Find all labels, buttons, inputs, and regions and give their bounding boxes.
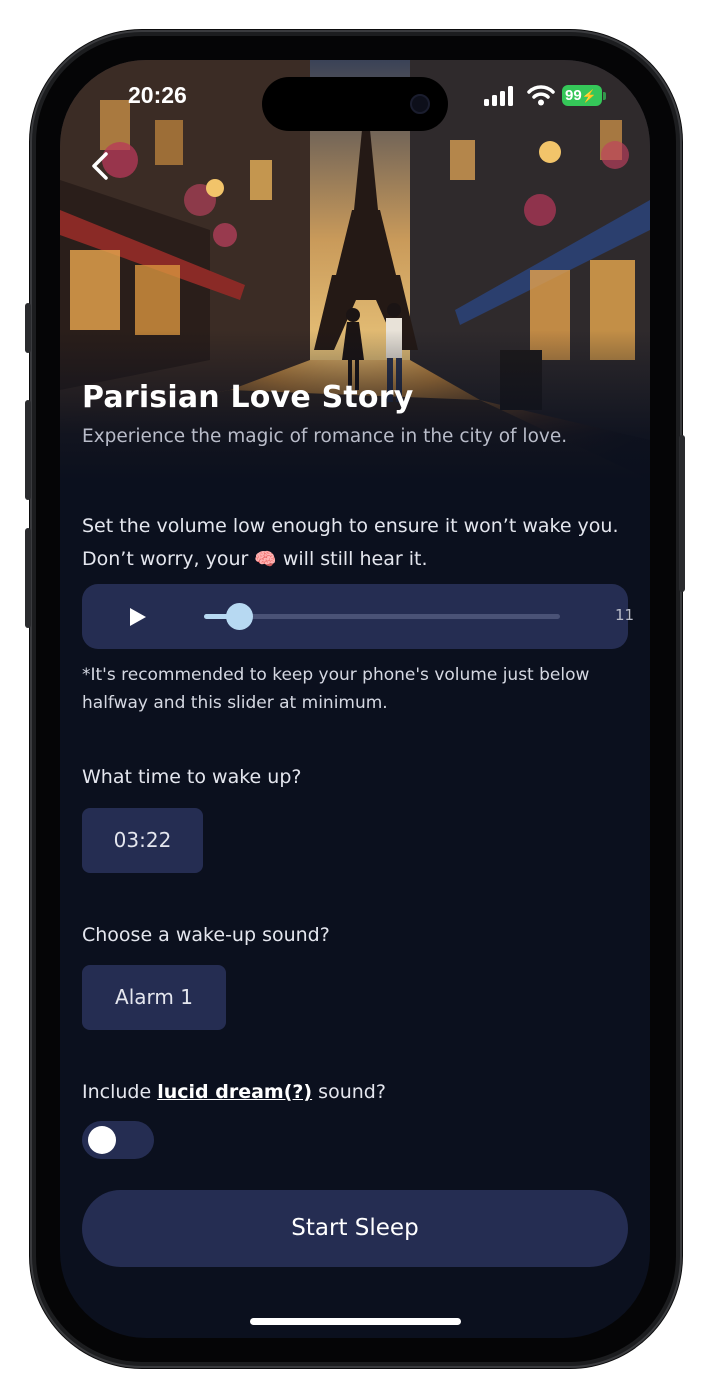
- lucid-suffix: sound?: [318, 1081, 386, 1103]
- chevron-left-icon: [92, 152, 108, 180]
- wake-time-question: What time to wake up?: [82, 766, 302, 788]
- cellular-signal-icon: [484, 86, 513, 106]
- brain-emoji: 🧠: [254, 549, 277, 570]
- toggle-knob: [88, 1126, 116, 1154]
- volume-slider[interactable]: [204, 614, 560, 619]
- volume-note: *It's recommended to keep your phone's v…: [82, 665, 590, 713]
- action-button: [25, 303, 31, 353]
- volume-slider-thumb[interactable]: [226, 603, 254, 630]
- status-bar: 20:26 99⚡: [60, 60, 650, 134]
- volume-description: Set the volume low enough to ensure it w…: [82, 510, 632, 576]
- back-button[interactable]: [82, 148, 118, 184]
- battery-tip: [603, 92, 606, 100]
- play-icon[interactable]: [124, 604, 150, 630]
- wake-sound-button[interactable]: Alarm 1: [82, 965, 226, 1030]
- wake-sound-question: Choose a wake-up sound?: [82, 924, 330, 946]
- lucid-dream-link[interactable]: lucid dream(?): [157, 1081, 312, 1103]
- volume-up-button: [25, 400, 31, 500]
- lucid-prefix: Include: [82, 1081, 152, 1103]
- volume-description-text-end: will still hear it.: [282, 548, 428, 570]
- battery-level: 99: [565, 87, 582, 104]
- app-screen: 20:26 99⚡ Parisian Love Story Experience…: [60, 60, 650, 1338]
- start-sleep-button[interactable]: Start Sleep: [82, 1190, 628, 1267]
- home-indicator: [250, 1318, 461, 1325]
- dynamic-island: [262, 77, 448, 131]
- status-time: 20:26: [128, 82, 187, 108]
- volume-down-button: [25, 528, 31, 628]
- battery-charging-icon: 99⚡: [562, 85, 602, 106]
- wake-time-button[interactable]: 03:22: [82, 808, 203, 873]
- lucid-dream-question: Include lucid dream(?) sound?: [82, 1081, 386, 1103]
- front-camera: [410, 94, 430, 114]
- story-subtitle: Experience the magic of romance in the c…: [82, 426, 568, 447]
- power-button: [679, 435, 685, 592]
- audio-player: 11: [82, 584, 634, 649]
- story-title: Parisian Love Story: [82, 380, 414, 415]
- wifi-icon: [527, 85, 555, 106]
- lucid-dream-toggle[interactable]: [82, 1121, 154, 1159]
